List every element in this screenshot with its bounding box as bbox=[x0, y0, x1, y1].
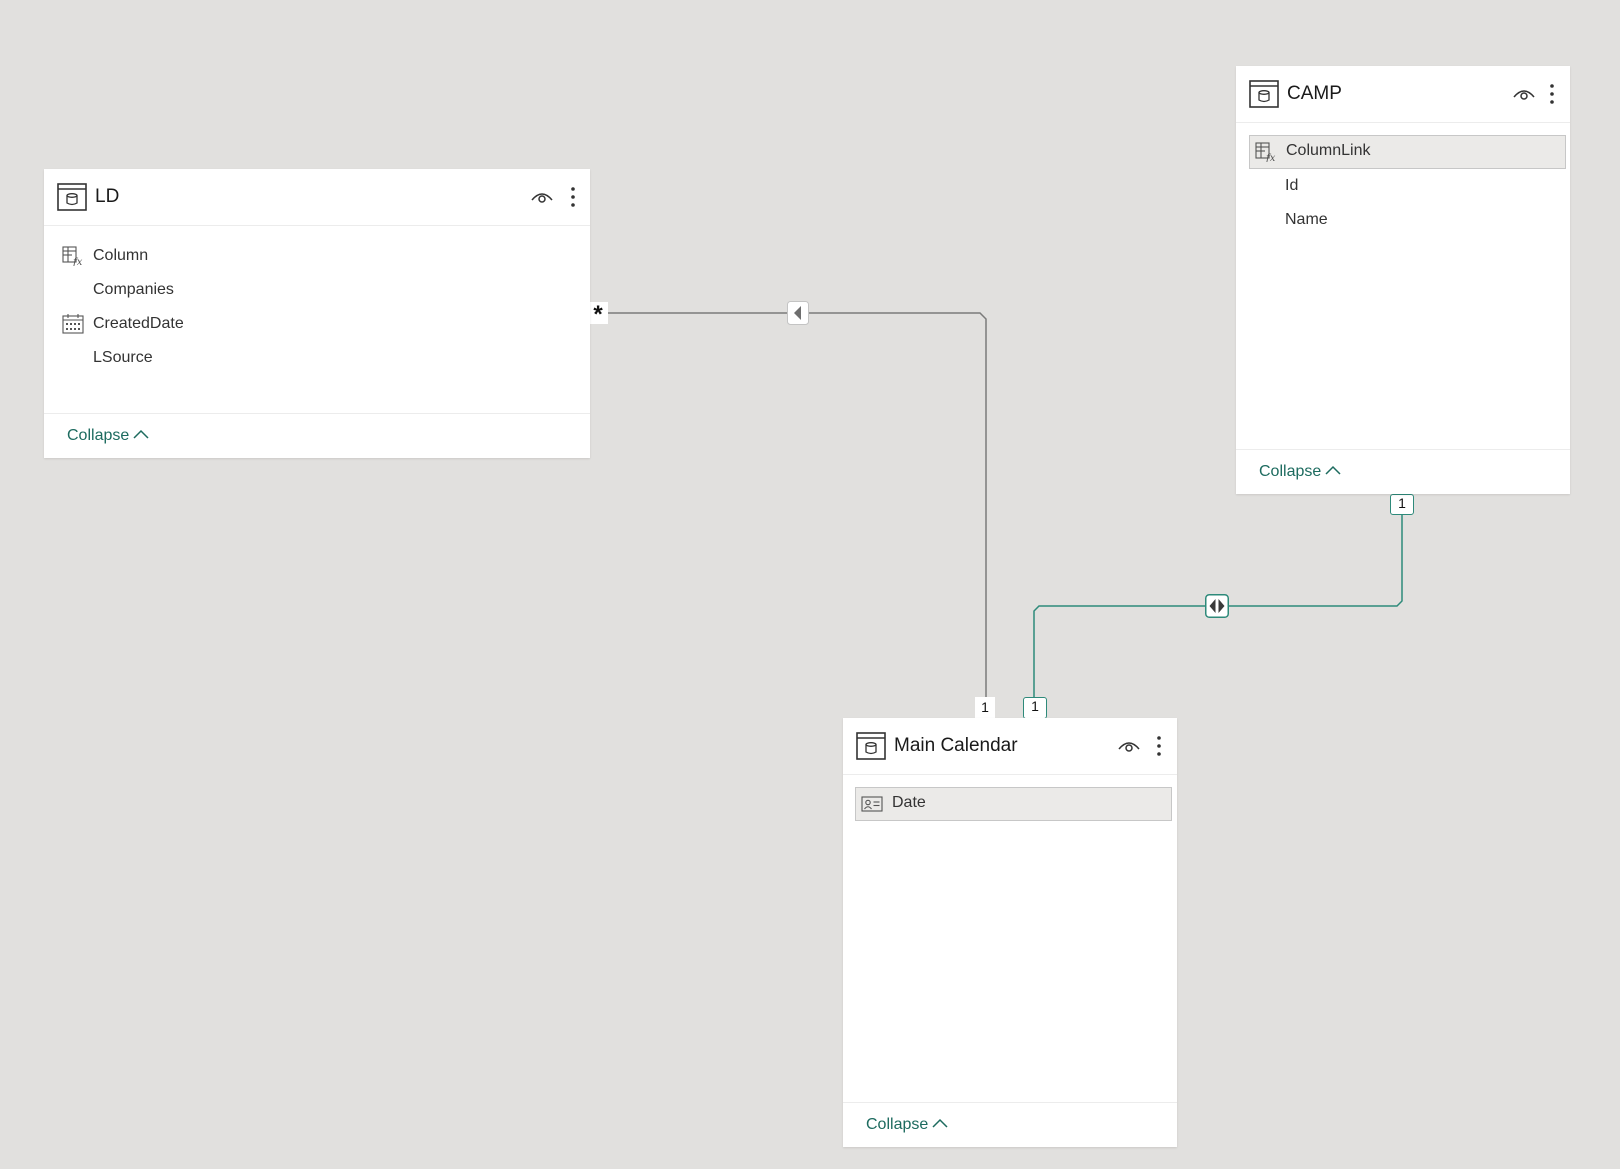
cardinality-one-badge-camp: 1 bbox=[1390, 494, 1414, 515]
table-footer: Collapse bbox=[44, 413, 590, 458]
more-options-icon[interactable] bbox=[1547, 81, 1557, 107]
field-row-lsource[interactable]: LSource bbox=[57, 342, 577, 374]
table-icon bbox=[856, 732, 886, 760]
field-label: Id bbox=[1285, 177, 1299, 194]
collapse-button[interactable]: Collapse bbox=[1259, 460, 1341, 484]
collapse-label: Collapse bbox=[1259, 463, 1322, 480]
svg-text:fx: fx bbox=[1265, 153, 1276, 162]
field-label: Column bbox=[93, 247, 149, 264]
collapse-button[interactable]: Collapse bbox=[67, 424, 149, 448]
table-header[interactable]: CAMP bbox=[1236, 66, 1570, 123]
field-label: ColumnLink bbox=[1286, 142, 1371, 159]
table-card-ld[interactable]: LD fx Column Companies CreatedDate LSour… bbox=[44, 169, 590, 458]
field-row-date[interactable]: Date bbox=[855, 787, 1172, 821]
table-title: LD bbox=[95, 186, 120, 207]
table-icon bbox=[57, 183, 87, 211]
more-options-icon[interactable] bbox=[568, 184, 578, 210]
field-label: LSource bbox=[93, 349, 153, 366]
calendar-icon bbox=[62, 314, 84, 334]
collapse-label: Collapse bbox=[67, 427, 130, 444]
field-row-column[interactable]: fx Column bbox=[57, 240, 577, 272]
table-footer: Collapse bbox=[843, 1102, 1177, 1147]
table-footer: Collapse bbox=[1236, 449, 1570, 494]
calculated-column-icon: fx bbox=[62, 246, 83, 266]
eye-icon[interactable] bbox=[1512, 84, 1536, 104]
field-row-companies[interactable]: Companies bbox=[57, 274, 577, 306]
cardinality-one-badge-ld: 1 bbox=[975, 697, 995, 718]
cardinality-one-badge-camp-calendar: 1 bbox=[1023, 697, 1047, 719]
svg-text:fx: fx bbox=[72, 257, 83, 266]
single-direction-arrow-icon[interactable] bbox=[787, 301, 809, 325]
table-card-camp[interactable]: CAMP fx ColumnLink Id Name Collapse bbox=[1236, 66, 1570, 494]
collapse-button[interactable]: Collapse bbox=[866, 1113, 948, 1137]
field-row-columnlink[interactable]: fx ColumnLink bbox=[1249, 135, 1566, 169]
relationship-ld-main-calendar[interactable] bbox=[608, 312, 987, 716]
field-row-createddate[interactable]: CreatedDate bbox=[57, 308, 577, 340]
table-title: CAMP bbox=[1287, 83, 1342, 104]
field-row-id[interactable]: Id bbox=[1249, 170, 1566, 202]
more-options-icon[interactable] bbox=[1154, 733, 1164, 759]
table-icon bbox=[1249, 80, 1279, 108]
table-header[interactable]: LD bbox=[44, 169, 590, 226]
calculated-column-icon: fx bbox=[1255, 142, 1276, 162]
field-label: CreatedDate bbox=[93, 315, 184, 332]
both-direction-arrow-icon[interactable] bbox=[1205, 594, 1229, 618]
field-label: Name bbox=[1285, 211, 1328, 228]
field-label: Date bbox=[892, 794, 926, 811]
table-title: Main Calendar bbox=[894, 735, 1018, 756]
eye-icon[interactable] bbox=[1117, 736, 1141, 756]
table-header[interactable]: Main Calendar bbox=[843, 718, 1177, 775]
field-row-name[interactable]: Name bbox=[1249, 204, 1566, 236]
field-label: Companies bbox=[93, 281, 174, 298]
cardinality-many-badge: * bbox=[588, 302, 608, 328]
collapse-label: Collapse bbox=[866, 1116, 929, 1133]
chevron-up-icon bbox=[1325, 465, 1341, 475]
chevron-up-icon bbox=[133, 429, 149, 439]
table-card-main-calendar[interactable]: Main Calendar Date Collapse bbox=[843, 718, 1177, 1147]
id-card-icon bbox=[861, 796, 883, 812]
model-canvas[interactable]: * 1 1 1 LD fx Column Companies CreatedDa… bbox=[0, 0, 1620, 1169]
eye-icon[interactable] bbox=[530, 187, 554, 207]
chevron-up-icon bbox=[932, 1118, 948, 1128]
